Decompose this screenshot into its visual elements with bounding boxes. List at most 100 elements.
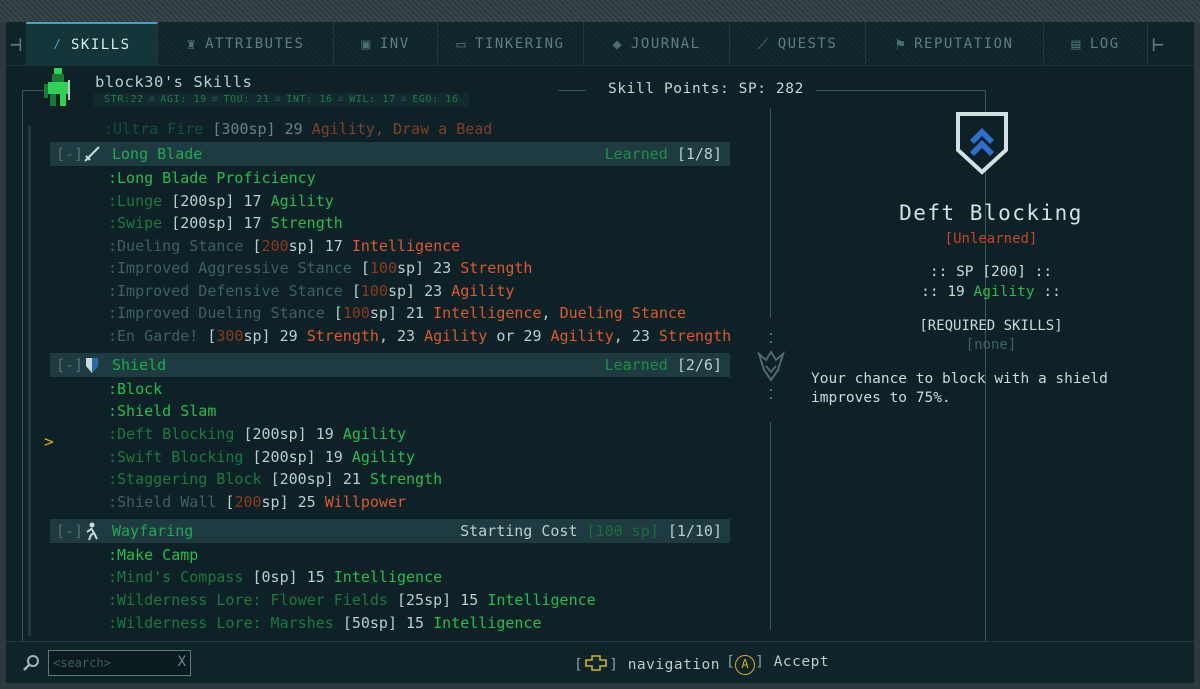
search-field[interactable]: X: [48, 650, 191, 676]
long-blade-icon: [84, 146, 100, 162]
a-button-icon: A: [735, 655, 756, 675]
collapse-toggle[interactable]: [-]: [56, 142, 83, 166]
stat-agi: AGI: 19: [160, 94, 207, 105]
tab-reputation[interactable]: ⚑ REPUTATION: [866, 22, 1044, 65]
crest-ornament-icon: [757, 332, 785, 400]
skill-row[interactable]: :Swipe [200sp] 17 Strength: [108, 212, 343, 234]
category-status: Learned [1/8]: [604, 145, 722, 163]
category-status: Starting Cost [100 sp] [1/10]: [460, 522, 722, 540]
window-frame-top: [0, 0, 1200, 22]
skills-panel: block30's Skills STR:22 ≡ AGI: 19 ≡ TOU: 21 ≡…: [6, 66, 1194, 641]
box-border-top-mid: [558, 90, 586, 91]
navigation-hint: [] navigation: [574, 654, 720, 673]
character-avatar: [44, 68, 70, 106]
tab-journal[interactable]: ◆ JOURNAL: [584, 22, 730, 65]
skill-row[interactable]: :Shield Slam: [108, 400, 216, 422]
collapse-toggle[interactable]: [-]: [56, 353, 83, 377]
search-icon[interactable]: [22, 654, 40, 672]
window-frame-bottom: [0, 683, 1200, 689]
required-skills-header: [REQUIRED SKILLS]: [919, 318, 1063, 334]
detail-description: Your chance to block with a shield impro…: [811, 371, 1108, 406]
search-clear-button[interactable]: X: [178, 654, 186, 670]
accept-hint[interactable]: [A] Accept: [726, 654, 829, 675]
skill-row[interactable]: :Ultra Fire [300sp] 29 Agility, Draw a B…: [104, 122, 492, 140]
stat-ego: EGO: 16: [412, 94, 459, 105]
sword-icon: ⁄: [52, 35, 63, 53]
tab-tinkering[interactable]: ▭ TINKERING: [438, 22, 584, 65]
quill-icon: ⟋: [757, 34, 770, 53]
box-border-left: [22, 90, 23, 641]
stat-wil: WIL: 17: [349, 94, 396, 105]
detail-divider-bottom: [770, 422, 771, 630]
tab-label: TINKERING: [475, 35, 565, 52]
selection-cursor: >: [44, 432, 54, 451]
scroll-icon: ▤: [1071, 34, 1082, 53]
stat-tou: TOU: 21: [223, 94, 270, 105]
detail-sp-cost: :: SP [200] ::: [929, 264, 1053, 280]
tab-quests[interactable]: ⟋ QUESTS: [730, 22, 866, 65]
skill-row[interactable]: :Block: [108, 378, 162, 400]
list-scrollbar[interactable]: [28, 126, 31, 636]
category-status: Learned [2/6]: [604, 356, 722, 374]
detail-skill-name: Deft Blocking: [899, 201, 1083, 225]
category-wayfaring[interactable]: [-] Wayfaring Starting Cost [100 sp] [1/…: [50, 519, 730, 543]
tab-scroll-left[interactable]: ⊣: [6, 22, 26, 65]
skill-row[interactable]: :Wilderness Lore: Marshes [50sp] 15 Inte…: [108, 612, 542, 634]
deft-blocking-skill-icon: [956, 112, 1008, 175]
category-name: Long Blade: [112, 145, 203, 163]
skill-row[interactable]: :Staggering Block [200sp] 21 Strength: [108, 468, 442, 490]
tab-attributes[interactable]: ♜ ATTRIBUTES: [158, 22, 334, 65]
required-skills-value: [none]: [965, 337, 1017, 353]
skill-row[interactable]: :Dueling Stance [200sp] 17 Intelligence: [108, 235, 460, 257]
category-long-blade[interactable]: [-] Long Blade Learned [1/8]: [50, 142, 730, 166]
category-name: Wayfaring: [112, 522, 194, 540]
category-shield[interactable]: [-] Shield Learned [2/6]: [50, 353, 730, 377]
skill-row[interactable]: :Long Blade Proficiency: [108, 167, 316, 189]
detail-skill-status: [Unlearned]: [944, 231, 1038, 247]
skill-row-selected[interactable]: :Deft Blocking [200sp] 19 Agility: [108, 423, 406, 445]
detail-requirement: :: 19 Agility ::: [921, 284, 1061, 300]
tab-label: LOG: [1089, 35, 1120, 52]
skill-row[interactable]: :Swift Blocking [200sp] 19 Agility: [108, 446, 415, 468]
bottom-bar: X [] navigation [A] Accept: [6, 641, 1194, 683]
tab-log[interactable]: ▤ LOG: [1044, 22, 1148, 65]
box-border-top-right: [816, 90, 986, 91]
skill-row[interactable]: :Improved Dueling Stance [100sp] 21 Inte…: [108, 302, 686, 324]
character-stats-bar: STR:22 ≡ AGI: 19 ≡ TOU: 21 ≡ INT: 16 ≡ WIL: 17 ≡ E…: [94, 93, 469, 107]
skill-points-label: Skill Points: SP: 282: [608, 81, 804, 97]
tab-label: REPUTATION: [914, 35, 1014, 52]
skill-row[interactable]: :Improved Defensive Stance [100sp] 23 Ag…: [108, 280, 514, 302]
figure-icon: ♜: [186, 34, 198, 53]
skill-row[interactable]: :En Garde! [300sp] 29 Strength, 23 Agili…: [108, 325, 731, 347]
skill-row[interactable]: :Make Camp: [108, 544, 198, 566]
tab-label: ATTRIBUTES: [205, 35, 305, 52]
character-skills-title: block30's Skills: [95, 73, 253, 91]
collapse-toggle[interactable]: [-]: [56, 519, 83, 543]
tab-inv[interactable]: ▣ INV: [334, 22, 438, 65]
tab-scroll-right[interactable]: ⊢: [1148, 22, 1168, 65]
tab-label: INV: [379, 35, 410, 52]
wayfarer-icon: [86, 522, 98, 541]
tab-label: SKILLS: [70, 36, 131, 53]
shield-icon: [86, 358, 98, 373]
book-icon: ◆: [612, 34, 623, 53]
stat-int: INT: 16: [286, 94, 333, 105]
skill-list: :Ultra Fire [300sp] 29 Agility, Draw a B…: [46, 122, 736, 639]
category-name: Shield: [112, 356, 167, 374]
detail-divider-top: [770, 108, 771, 318]
tab-bar: ⊣ ⁄ SKILLS ♜ ATTRIBUTES ▣ INV ▭ TINKERIN…: [6, 22, 1194, 66]
skill-row[interactable]: :Shield Wall [200sp] 25 Willpower: [108, 491, 406, 513]
stat-str: STR:22: [104, 94, 144, 105]
skill-row[interactable]: :Mind's Compass [0sp] 15 Intelligence: [108, 566, 442, 588]
tab-label: QUESTS: [777, 35, 838, 52]
toolbox-icon: ▭: [456, 34, 468, 53]
banner-icon: ⚑: [895, 34, 907, 53]
backpack-icon: ▣: [361, 34, 372, 53]
skill-row[interactable]: :Improved Aggressive Stance [100sp] 23 S…: [108, 257, 532, 279]
tab-label: JOURNAL: [631, 35, 701, 52]
skill-row[interactable]: :Lunge [200sp] 17 Agility: [108, 190, 334, 212]
dpad-icon: [585, 655, 608, 671]
search-input[interactable]: [53, 654, 171, 672]
tab-skills[interactable]: ⁄ SKILLS: [26, 22, 158, 65]
skill-row[interactable]: :Wilderness Lore: Flower Fields [25sp] 1…: [108, 589, 596, 611]
